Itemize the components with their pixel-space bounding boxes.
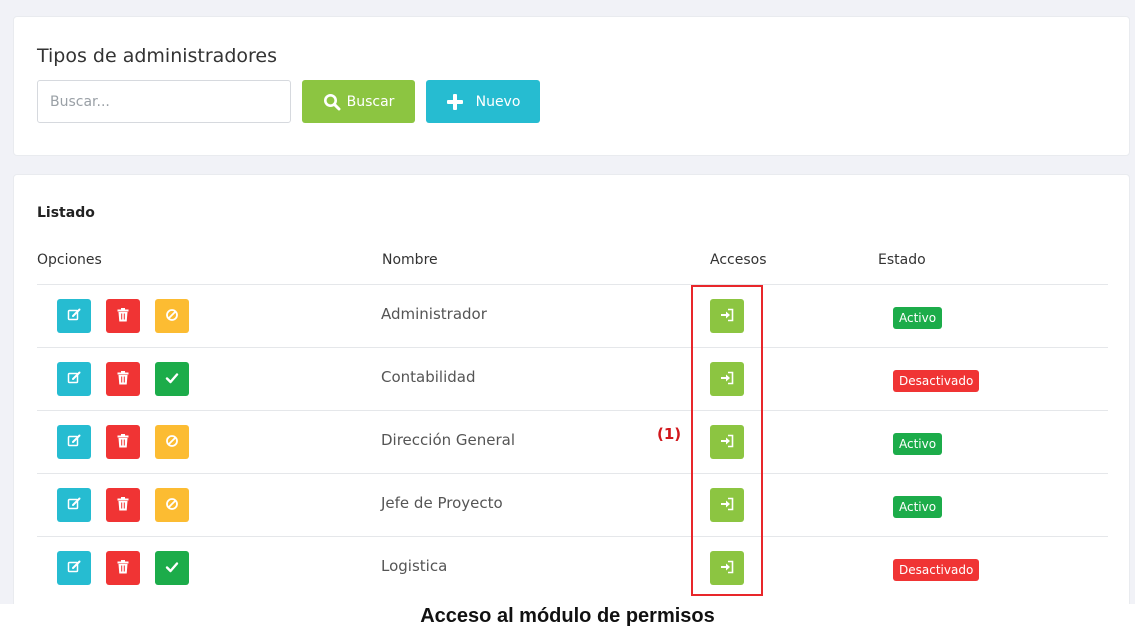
edit-button[interactable]: [57, 488, 91, 522]
sign-in-icon: [720, 307, 734, 326]
trash-icon: [117, 496, 129, 515]
search-icon: [323, 93, 341, 111]
sign-in-icon: [720, 370, 734, 389]
activate-button[interactable]: [155, 551, 189, 585]
delete-button[interactable]: [106, 425, 140, 459]
page-title: Tipos de administradores: [37, 45, 277, 67]
plus-icon: [446, 93, 464, 111]
search-input[interactable]: [37, 80, 291, 123]
trash-icon: [117, 307, 129, 326]
access-button[interactable]: [710, 551, 744, 585]
table-row: Jefe de Proyecto Activo: [37, 473, 1108, 536]
edit-icon: [67, 307, 81, 326]
ban-icon: [165, 496, 179, 515]
table-row: Logistica Desactivado: [37, 536, 1108, 599]
access-button[interactable]: [710, 299, 744, 333]
ban-icon: [165, 433, 179, 452]
status-badge: Desactivado: [893, 559, 980, 581]
edit-icon: [67, 496, 81, 515]
list-title: Listado: [37, 205, 95, 221]
annotation-marker: (1): [657, 425, 682, 443]
trash-icon: [117, 433, 129, 452]
sign-in-icon: [720, 559, 734, 578]
column-header-name: Nombre: [382, 252, 438, 268]
sign-in-icon: [720, 496, 734, 515]
trash-icon: [117, 370, 129, 389]
status-badge: Desactivado: [893, 370, 980, 392]
row-name: Jefe de Proyecto: [381, 494, 503, 512]
sign-in-icon: [720, 433, 734, 452]
deactivate-button[interactable]: [155, 299, 189, 333]
column-header-access: Accesos: [710, 252, 767, 268]
deactivate-button[interactable]: [155, 425, 189, 459]
edit-button[interactable]: [57, 425, 91, 459]
table-row: Contabilidad Desactivado: [37, 347, 1108, 410]
delete-button[interactable]: [106, 551, 140, 585]
list-panel: Listado Opciones Nombre Accesos Estado A…: [13, 174, 1130, 604]
access-button[interactable]: [710, 362, 744, 396]
edit-button[interactable]: [57, 362, 91, 396]
column-header-options: Opciones: [37, 252, 102, 268]
row-name: Logistica: [381, 557, 448, 575]
access-button[interactable]: [710, 425, 744, 459]
trash-icon: [117, 559, 129, 578]
new-button[interactable]: Nuevo: [426, 80, 540, 123]
edit-icon: [67, 370, 81, 389]
figure-caption: Acceso al módulo de permisos: [420, 605, 715, 627]
deactivate-button[interactable]: [155, 488, 189, 522]
check-icon: [165, 370, 179, 389]
table-row: Dirección General Activo: [37, 410, 1108, 473]
search-button[interactable]: Buscar: [302, 80, 415, 123]
search-panel: Tipos de administradores Buscar Nuevo: [13, 16, 1130, 156]
new-button-label: Nuevo: [475, 93, 521, 110]
search-button-label: Buscar: [346, 93, 395, 110]
app-screen: Tipos de administradores Buscar Nuevo Li…: [0, 0, 1135, 604]
delete-button[interactable]: [106, 488, 140, 522]
delete-button[interactable]: [106, 362, 140, 396]
edit-icon: [67, 433, 81, 452]
activate-button[interactable]: [155, 362, 189, 396]
status-badge: Activo: [893, 433, 943, 455]
column-header-status: Estado: [878, 252, 926, 268]
access-button[interactable]: [710, 488, 744, 522]
delete-button[interactable]: [106, 299, 140, 333]
row-name: Contabilidad: [381, 368, 476, 386]
row-name: Dirección General: [381, 431, 516, 449]
status-badge: Activo: [893, 496, 943, 518]
status-badge: Activo: [893, 307, 943, 329]
edit-button[interactable]: [57, 299, 91, 333]
ban-icon: [165, 307, 179, 326]
check-icon: [165, 559, 179, 578]
row-name: Administrador: [381, 305, 487, 323]
table-row: Administrador Activo: [37, 284, 1108, 347]
edit-icon: [67, 559, 81, 578]
edit-button[interactable]: [57, 551, 91, 585]
